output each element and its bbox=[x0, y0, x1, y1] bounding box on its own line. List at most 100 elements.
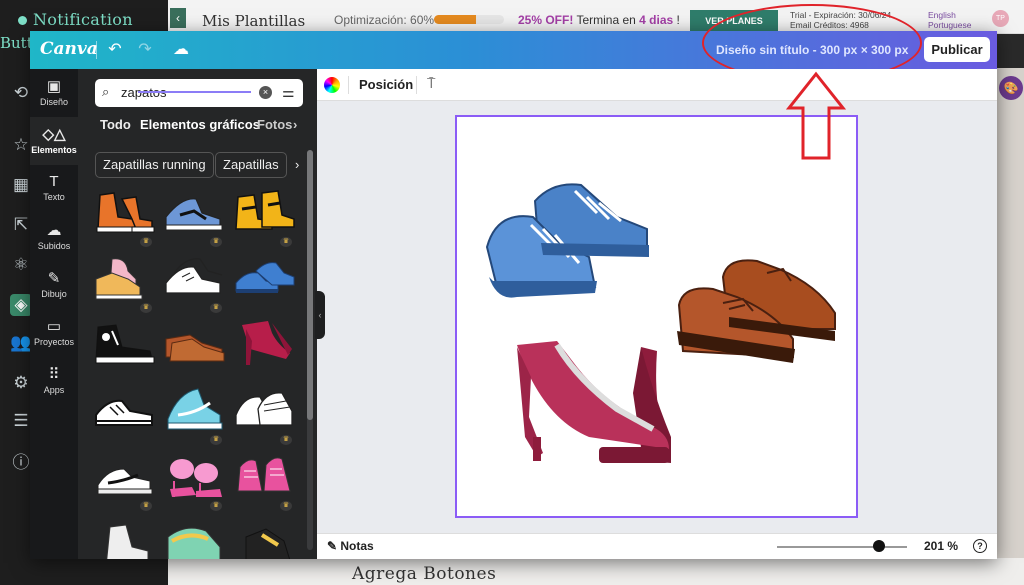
settings-icon[interactable]: ⚙ bbox=[10, 372, 32, 394]
result-yellow-hightop-sneakers[interactable]: ♛ bbox=[232, 187, 296, 247]
tab-elementos-graficos[interactable]: Elementos gráficos bbox=[140, 117, 260, 132]
design-artboard[interactable] bbox=[455, 115, 858, 518]
result-black-outline-sneaker[interactable] bbox=[92, 385, 156, 445]
result-black-yellow-sneaker[interactable] bbox=[232, 517, 296, 559]
background-right-panel: 🎨 bbox=[997, 68, 1024, 585]
rail-label: Diseño bbox=[39, 97, 68, 107]
toolbar-divider bbox=[348, 76, 349, 94]
zoom-level[interactable]: 201 % bbox=[924, 539, 958, 553]
panel-scrollbar-thumb[interactable] bbox=[307, 150, 313, 420]
layers-icon[interactable]: ◈ bbox=[10, 294, 32, 316]
result-white-nike-sneaker[interactable]: ♛ bbox=[92, 451, 156, 511]
result-blue-jordan-sneaker[interactable]: ♛ bbox=[162, 187, 226, 247]
position-button[interactable]: Posición bbox=[359, 77, 413, 92]
converse-icon bbox=[95, 324, 155, 364]
canva-logo[interactable]: Canva bbox=[40, 39, 98, 59]
promo-text: Termina en bbox=[573, 13, 640, 27]
sneaker-icon bbox=[96, 192, 155, 233]
tabs-next-icon[interactable]: › bbox=[293, 117, 297, 132]
premium-crown-icon: ♛ bbox=[140, 303, 152, 313]
paint-roller-icon[interactable]: ⍑ bbox=[427, 75, 435, 92]
grid-icon[interactable]: ▦ bbox=[10, 174, 32, 196]
premium-crown-icon: ♛ bbox=[140, 501, 152, 511]
filter-icon[interactable]: ⚌ bbox=[282, 84, 295, 101]
tab-todo[interactable]: Todo bbox=[100, 117, 131, 132]
editor-footer: ✎ Notas 201 % ? bbox=[317, 533, 997, 559]
search-box[interactable]: ⌕ × ⚌ bbox=[95, 79, 303, 107]
sneaker-icon bbox=[167, 388, 223, 430]
share-icon[interactable]: ⟲ bbox=[10, 82, 32, 104]
sneaker-icon bbox=[237, 457, 291, 492]
sneaker-icon bbox=[165, 198, 223, 231]
clear-search-icon[interactable]: × bbox=[259, 86, 272, 99]
result-baby-shoes[interactable]: ♛ bbox=[92, 253, 156, 313]
rail-item-elementos[interactable]: ◇△ Elementos bbox=[30, 117, 78, 165]
result-blue-sneakers[interactable] bbox=[232, 253, 296, 313]
redo-icon[interactable]: ↷ bbox=[134, 39, 156, 61]
chip-zapatillas[interactable]: Zapatillas bbox=[215, 152, 287, 178]
brown-dress-shoes-graphic bbox=[677, 259, 836, 363]
toolbar-divider bbox=[416, 76, 417, 94]
rail-label: Proyectos bbox=[33, 337, 75, 347]
language-portuguese[interactable]: Portuguese bbox=[928, 20, 971, 30]
undo-icon[interactable]: ↶ bbox=[104, 39, 126, 61]
result-velcro-outline-shoes[interactable]: ♛ bbox=[232, 385, 296, 445]
rail-item-diseno[interactable]: ▣ Diseño bbox=[30, 69, 78, 117]
rail-label: Texto bbox=[43, 192, 65, 202]
result-outline-sneakers[interactable]: ♛ bbox=[162, 253, 226, 313]
result-red-high-heels[interactable] bbox=[232, 319, 296, 379]
zoom-slider[interactable] bbox=[777, 546, 907, 548]
rail-item-apps[interactable]: ⠿ Apps bbox=[30, 357, 78, 405]
premium-crown-icon: ♛ bbox=[280, 237, 292, 247]
result-brown-dress-shoes[interactable] bbox=[162, 319, 226, 379]
topbar-divider bbox=[96, 41, 97, 59]
result-colorful-sneaker[interactable] bbox=[162, 517, 226, 559]
premium-crown-icon: ♛ bbox=[210, 501, 222, 511]
sneaker-icon bbox=[245, 528, 291, 559]
velcro-shoe-icon bbox=[235, 392, 293, 426]
page-title: Mis Plantillas bbox=[202, 12, 306, 30]
chip-zapatillas-running[interactable]: Zapatillas running bbox=[95, 152, 214, 178]
sneaker-icon bbox=[97, 468, 153, 495]
sneaker-outline-icon bbox=[165, 258, 223, 294]
sneaker-outline-icon bbox=[95, 399, 153, 426]
artboard-graphics bbox=[485, 183, 836, 463]
result-white-hightop-sneaker[interactable] bbox=[92, 517, 156, 559]
export-icon[interactable]: ⇱ bbox=[10, 214, 32, 236]
result-pink-fluffy-heels[interactable]: ♛ bbox=[162, 451, 226, 511]
draw-icon: ✎ bbox=[47, 270, 61, 287]
result-black-converse[interactable] bbox=[92, 319, 156, 379]
palette-icon[interactable]: 🎨 bbox=[999, 76, 1023, 100]
server-icon[interactable]: ☰ bbox=[10, 410, 32, 432]
shapes-icon: ◇△ bbox=[42, 126, 66, 143]
language-selector[interactable]: English Portuguese bbox=[928, 10, 971, 30]
color-picker-icon[interactable] bbox=[324, 77, 340, 93]
blue-sneakers-graphic bbox=[485, 183, 649, 298]
result-orange-hightop-sneakers[interactable]: ♛ bbox=[92, 187, 156, 247]
chips-next-icon[interactable]: › bbox=[295, 157, 299, 172]
chevron-left-icon[interactable]: ‹ bbox=[170, 8, 186, 28]
zoom-slider-handle[interactable] bbox=[873, 540, 885, 552]
tab-fotos[interactable]: Fotos bbox=[257, 117, 292, 132]
help-circle-icon[interactable]: ⓘ bbox=[10, 452, 32, 474]
search-icon: ⌕ bbox=[102, 84, 110, 99]
publish-button[interactable]: Publicar bbox=[924, 37, 990, 62]
rail-item-proyectos[interactable]: ▭ Proyectos bbox=[30, 309, 78, 357]
notes-button[interactable]: ✎ Notas bbox=[327, 539, 374, 553]
rail-item-texto[interactable]: T Texto bbox=[30, 165, 78, 213]
users-icon[interactable]: 👥 bbox=[10, 332, 32, 354]
language-english[interactable]: English bbox=[928, 10, 971, 20]
result-pink-sneakers[interactable]: ♛ bbox=[232, 451, 296, 511]
premium-crown-icon: ♛ bbox=[210, 435, 222, 445]
rail-item-dibujo[interactable]: ✎ Dibujo bbox=[30, 261, 78, 309]
collapse-panel-handle[interactable]: ‹ bbox=[315, 291, 325, 339]
sneaker-icon bbox=[235, 262, 295, 293]
result-teal-nike-sneaker[interactable]: ♛ bbox=[162, 385, 226, 445]
avatar[interactable]: TP bbox=[992, 10, 1009, 27]
atom-icon[interactable]: ⚛ bbox=[10, 254, 32, 276]
canva-side-rail: ▣ Diseño ◇△ Elementos T Texto ☁ Subidos ✎ Dib… bbox=[30, 69, 78, 559]
background-app-subtitle: Butt bbox=[0, 34, 33, 52]
rail-item-subidos[interactable]: ☁ Subidos bbox=[30, 213, 78, 261]
help-icon[interactable]: ? bbox=[973, 539, 987, 553]
star-icon[interactable]: ☆ bbox=[10, 134, 32, 156]
